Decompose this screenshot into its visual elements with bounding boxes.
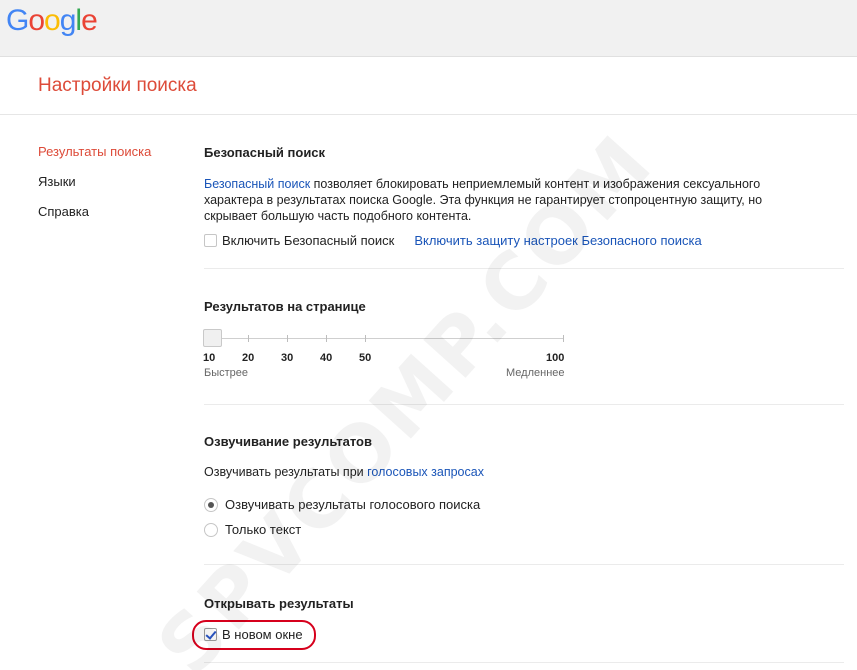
title-bar: Настройки поиска <box>0 58 857 115</box>
speak-results-radio[interactable] <box>204 497 218 512</box>
speak-results-label[interactable]: Озвучивать результаты голосового поиска <box>225 497 480 512</box>
tick-label-50: 50 <box>359 352 372 364</box>
slower-label: Медленнее <box>506 367 565 379</box>
sidebar-item-search-results[interactable]: Результаты поиска <box>38 144 188 174</box>
safe-search-checkbox-label[interactable]: Включить Безопасный поиск <box>222 233 394 248</box>
radio-row-text[interactable]: Только текст <box>204 522 301 537</box>
results-slider-track[interactable] <box>212 338 564 339</box>
text-only-label[interactable]: Только текст <box>225 522 301 537</box>
safe-search-description: Безопасный поиск позволяет блокировать н… <box>204 176 804 224</box>
slider-tick <box>326 335 327 342</box>
safe-search-link[interactable]: Безопасный поиск <box>204 177 310 191</box>
faster-label: Быстрее <box>204 367 249 379</box>
section-divider <box>204 564 844 565</box>
spoken-results-title: Озвучивание результатов <box>204 434 372 449</box>
slider-tick <box>248 335 249 342</box>
logo-letter: G <box>6 4 29 37</box>
section-divider <box>204 662 844 663</box>
slider-tick <box>287 335 288 342</box>
text-only-radio[interactable] <box>204 522 218 537</box>
tick-label-100: 100 <box>546 352 565 364</box>
page-title: Настройки поиска <box>38 75 197 96</box>
tick-label-30: 30 <box>281 352 294 364</box>
tick-label-10: 10 <box>203 352 216 364</box>
google-logo[interactable]: Google <box>6 4 98 38</box>
safe-search-checkbox[interactable] <box>204 234 217 247</box>
slider-tick <box>365 335 366 342</box>
radio-row-speak[interactable]: Озвучивать результаты голосового поиска <box>204 497 480 512</box>
sidebar-item-help[interactable]: Справка <box>38 204 188 234</box>
highlight-annotation <box>192 620 316 650</box>
spoken-results-description: Озвучивать результаты при голосовых запр… <box>204 465 484 479</box>
safe-search-row: Включить Безопасный поиск Включить защит… <box>204 233 702 248</box>
results-slider-thumb[interactable] <box>203 329 222 347</box>
sidebar-item-languages[interactable]: Языки <box>38 174 188 204</box>
logo-letter: e <box>81 4 98 37</box>
logo-letter: o <box>44 4 61 37</box>
sidebar-nav: Результаты поиска Языки Справка <box>38 144 188 234</box>
safe-search-title: Безопасный поиск <box>204 145 326 160</box>
logo-letter: o <box>28 4 45 37</box>
section-divider <box>204 404 844 405</box>
slider-tick <box>563 335 564 342</box>
section-divider <box>204 268 844 269</box>
results-per-page-title: Результатов на странице <box>204 299 366 314</box>
top-bar: Google <box>0 0 857 57</box>
tick-label-20: 20 <box>242 352 255 364</box>
tick-label-40: 40 <box>320 352 333 364</box>
lock-safe-search-link[interactable]: Включить защиту настроек Безопасного пои… <box>414 233 701 248</box>
voice-queries-link[interactable]: голосовых запросах <box>367 465 484 479</box>
logo-letter: g <box>59 4 77 37</box>
spoken-results-desc-text: Озвучивать результаты при <box>204 465 368 479</box>
open-results-title: Открывать результаты <box>204 596 354 611</box>
